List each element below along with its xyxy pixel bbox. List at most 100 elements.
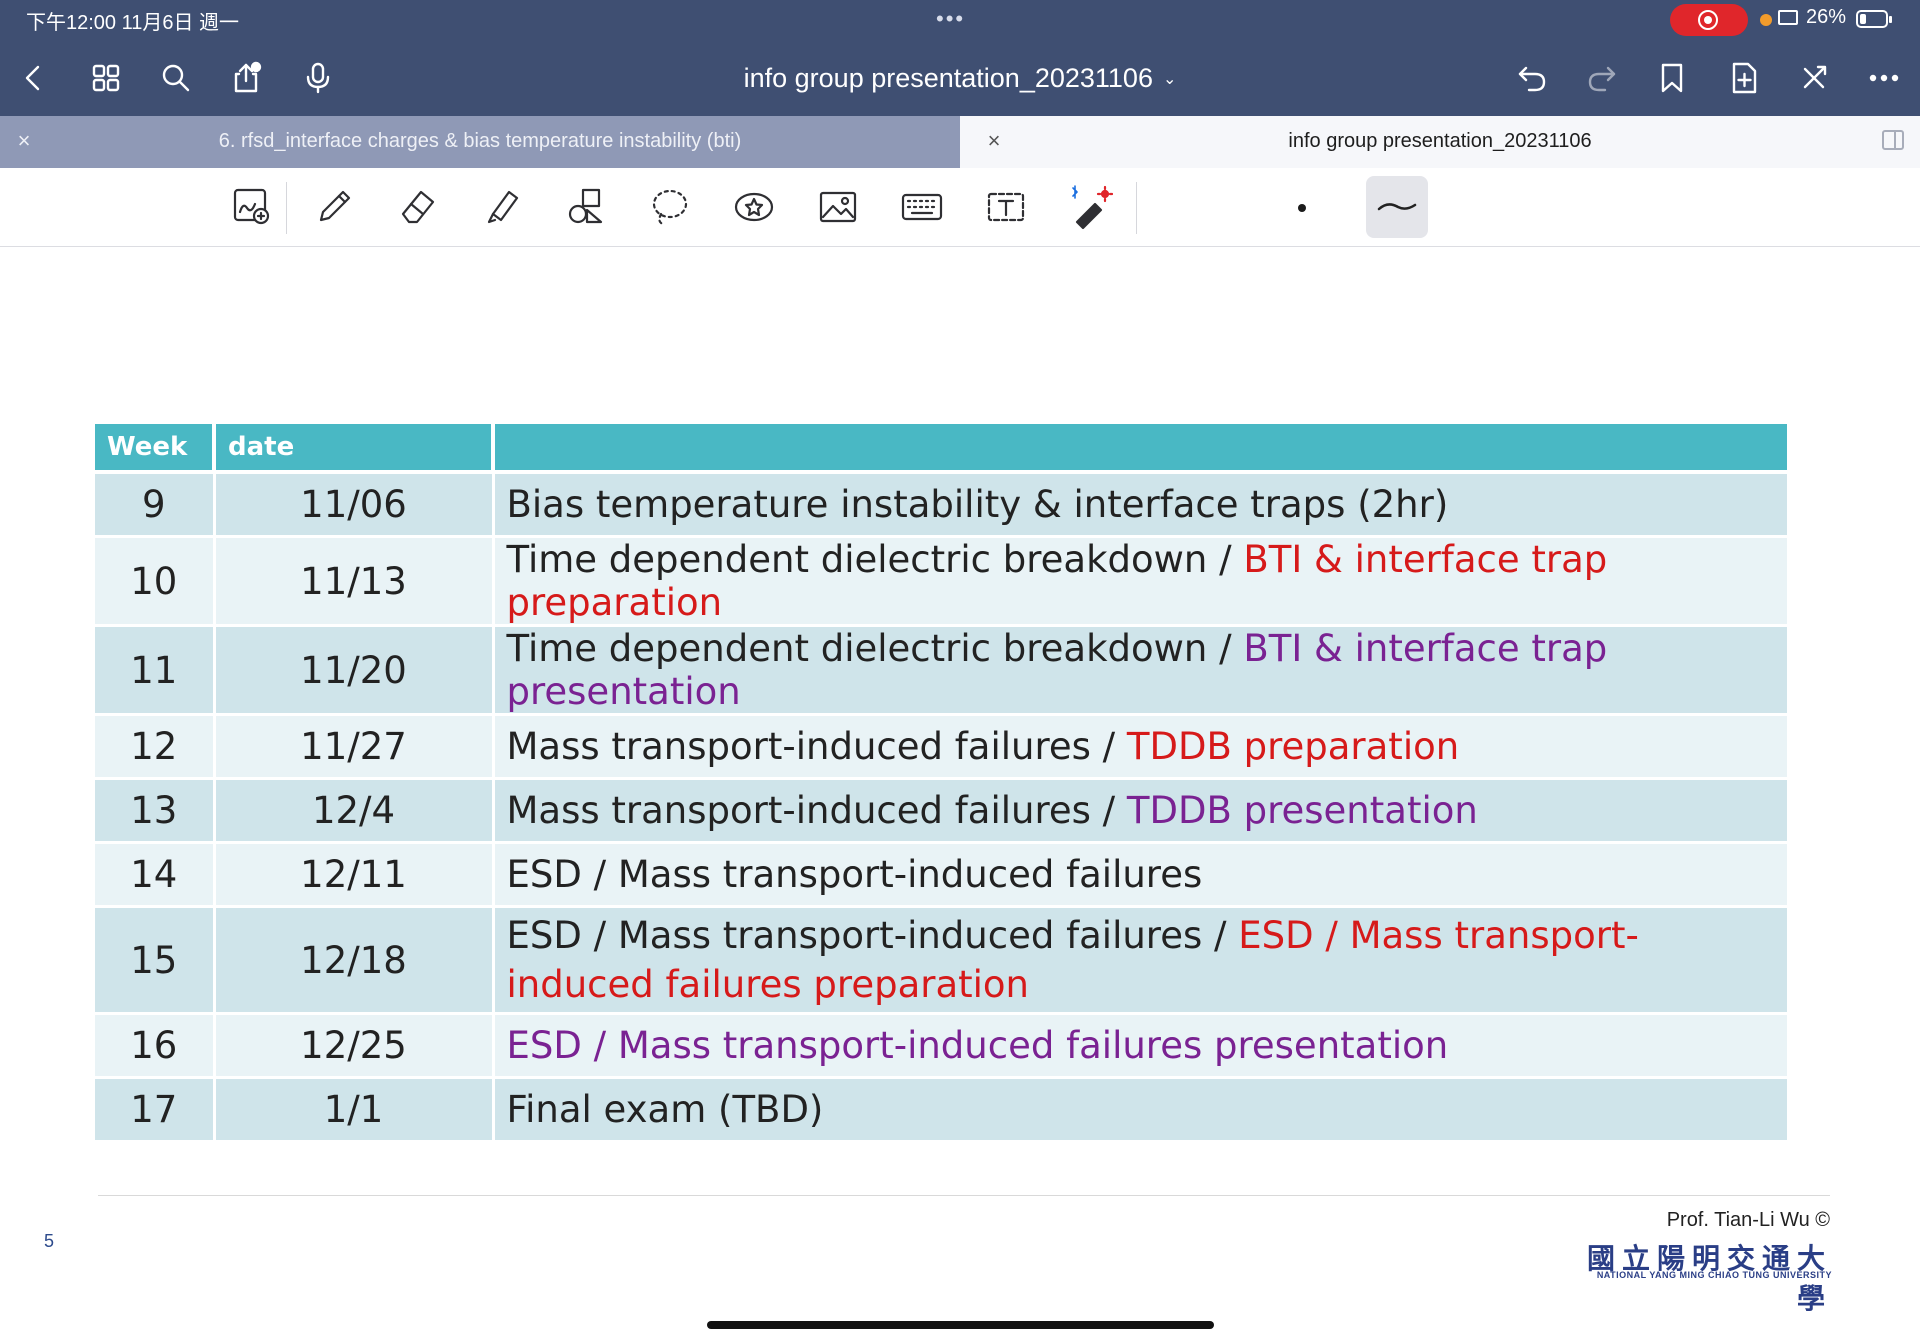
- date-cell: 12/18: [212, 905, 493, 1014]
- topic-text: TDDB preparation: [1126, 725, 1460, 768]
- stroke-style-icon: [1377, 203, 1417, 211]
- schedule-table: Week date 9 11/06 Bias temperature instabi…: [95, 424, 1787, 1140]
- week-cell: 9: [95, 470, 214, 537]
- slide-page: Week date 9 11/06 Bias temperature instabi…: [0, 247, 1920, 1314]
- topic-cell: Mass transport-induced failures / TDDB p…: [491, 777, 1787, 843]
- table-row: 17 1/1 Final exam (TBD): [95, 1076, 1787, 1140]
- week-cell: 12: [95, 713, 214, 779]
- topic-text: Final exam (TBD): [506, 1088, 824, 1131]
- header-week: Week: [95, 424, 214, 474]
- tab-rfsd-interface-charges[interactable]: × 6. rfsd_interface charges & bias tempe…: [0, 116, 960, 168]
- chevron-down-icon: ⌄: [1162, 71, 1177, 88]
- grid-icon[interactable]: [86, 58, 126, 98]
- sticker-icon[interactable]: [726, 180, 782, 234]
- week-cell: 14: [95, 841, 214, 907]
- table-row: 16 12/25 ESD / Mass transport-induced fail…: [95, 1012, 1787, 1078]
- annotation-toolbar: [0, 168, 1920, 247]
- page-number: 5: [44, 1231, 55, 1251]
- zoom-window-icon[interactable]: [224, 180, 280, 234]
- table-row: 14 12/11 ESD / Mass transport-induced fail…: [95, 841, 1787, 907]
- author-credit: Prof. Tian-Li Wu ©: [1666, 1209, 1830, 1231]
- topic-text: Time dependent dielectric breakdown /: [506, 538, 1244, 581]
- date-cell: 12/11: [212, 841, 493, 907]
- toolbar-divider: [286, 182, 287, 234]
- add-page-icon[interactable]: [1724, 58, 1764, 98]
- topic-text: ESD / Mass transport-induced failures /: [506, 914, 1239, 957]
- date-cell: 11/20: [212, 624, 493, 715]
- shapes-icon[interactable]: [558, 180, 614, 234]
- battery-percentage: 26%: [1806, 6, 1847, 28]
- back-icon[interactable]: [14, 58, 54, 98]
- pen-size-dot[interactable]: [1298, 204, 1306, 212]
- status-time: 下午12:00 11月6日 週一: [26, 12, 240, 34]
- table-row: 13 12/4 Mass transport-induced failures / …: [95, 777, 1787, 843]
- week-cell: 13: [95, 777, 214, 843]
- battery-icon: [1856, 10, 1892, 28]
- tab-label: info group presentation_20231106: [1288, 130, 1592, 152]
- table-row: 15 12/18 ESD / Mass transport-induced fail…: [95, 905, 1787, 1014]
- topic-cell: Mass transport-induced failures / TDDB p…: [491, 713, 1787, 779]
- date-cell: 11/06: [212, 470, 493, 537]
- keyboard-icon[interactable]: [894, 180, 950, 234]
- eraser-icon[interactable]: [390, 180, 446, 234]
- tab-close-button[interactable]: ×: [12, 128, 36, 154]
- week-cell: 10: [95, 535, 214, 626]
- search-icon[interactable]: [156, 58, 196, 98]
- topic-cell: Final exam (TBD): [491, 1076, 1787, 1140]
- week-cell: 16: [95, 1012, 214, 1078]
- topic-text: ESD / Mass transport-induced failures: [506, 853, 1203, 896]
- table-row: 11 11/20 Time dependent dielectric breakdo…: [95, 624, 1787, 715]
- topic-cell: ESD / Mass transport-induced failures pr…: [491, 1012, 1787, 1078]
- screen-mirroring-icon: [1778, 10, 1798, 25]
- pen-icon[interactable]: [306, 180, 362, 234]
- highlighter-icon[interactable]: [474, 180, 530, 234]
- header-topic: [491, 424, 1787, 474]
- redo-icon[interactable]: [1582, 58, 1622, 98]
- image-icon[interactable]: [810, 180, 866, 234]
- multitasking-dots[interactable]: •••: [936, 6, 965, 32]
- document-title: info group presentation_20231106: [743, 63, 1153, 93]
- top-navigation-bar: 下午12:00 11月6日 週一 ••• 26% info group pres…: [0, 0, 1920, 116]
- text-box-icon[interactable]: [978, 180, 1034, 234]
- tab-label: 6. rfsd_interface charges & bias tempera…: [218, 130, 742, 152]
- tab-bar: × 6. rfsd_interface charges & bias tempe…: [0, 116, 1920, 168]
- topic-text: Mass transport-induced failures /: [506, 725, 1127, 768]
- week-cell: 11: [95, 624, 214, 715]
- date-cell: 11/13: [212, 535, 493, 626]
- date-cell: 12/4: [212, 777, 493, 843]
- table-row: 10 11/13 Time dependent dielectric breakdo…: [95, 535, 1787, 626]
- tab-info-group-presentation[interactable]: × info group presentation_20231106: [960, 116, 1920, 168]
- share-icon[interactable]: [226, 58, 266, 98]
- stroke-style-button[interactable]: [1366, 176, 1428, 238]
- university-logo-english: NATIONAL YANG MING CHIAO TUNG UNIVERSITY: [1596, 1270, 1832, 1280]
- topic-text: TDDB presentation: [1126, 789, 1478, 832]
- topic-text: Mass transport-induced failures /: [506, 789, 1127, 832]
- record-icon: [1698, 10, 1718, 30]
- tab-close-button[interactable]: ×: [982, 128, 1006, 154]
- lasso-icon[interactable]: [642, 180, 698, 234]
- table-row: 12 11/27 Mass transport-induced failures /…: [95, 713, 1787, 779]
- laser-pointer-icon[interactable]: [1062, 180, 1118, 234]
- split-view-icon[interactable]: [1882, 130, 1904, 150]
- table-row: 9 11/06 Bias temperature instability & int…: [95, 470, 1787, 537]
- microphone-in-use-indicator: [1760, 14, 1772, 26]
- topic-cell: ESD / Mass transport-induced failures / …: [491, 905, 1787, 1014]
- close-icon[interactable]: [1794, 58, 1834, 98]
- topic-text: ESD / Mass transport-induced failures pr…: [506, 1024, 1449, 1067]
- microphone-icon[interactable]: [298, 58, 338, 98]
- date-cell: 1/1: [212, 1076, 493, 1140]
- bookmark-icon[interactable]: [1652, 58, 1692, 98]
- more-icon[interactable]: [1864, 58, 1904, 98]
- topic-text: Bias temperature instability & interface…: [506, 483, 1449, 526]
- undo-icon[interactable]: [1512, 58, 1552, 98]
- footer-divider: [98, 1195, 1830, 1196]
- toolbar-divider: [1136, 182, 1137, 234]
- document-title-dropdown[interactable]: info group presentation_20231106 ⌄: [620, 58, 1300, 98]
- home-indicator[interactable]: [707, 1321, 1214, 1329]
- topic-cell: Time dependent dielectric breakdown / BT…: [491, 624, 1787, 715]
- date-cell: 12/25: [212, 1012, 493, 1078]
- battery-level: [1860, 14, 1866, 24]
- week-cell: 15: [95, 905, 214, 1014]
- date-cell: 11/27: [212, 713, 493, 779]
- topic-cell: Time dependent dielectric breakdown / BT…: [491, 535, 1787, 626]
